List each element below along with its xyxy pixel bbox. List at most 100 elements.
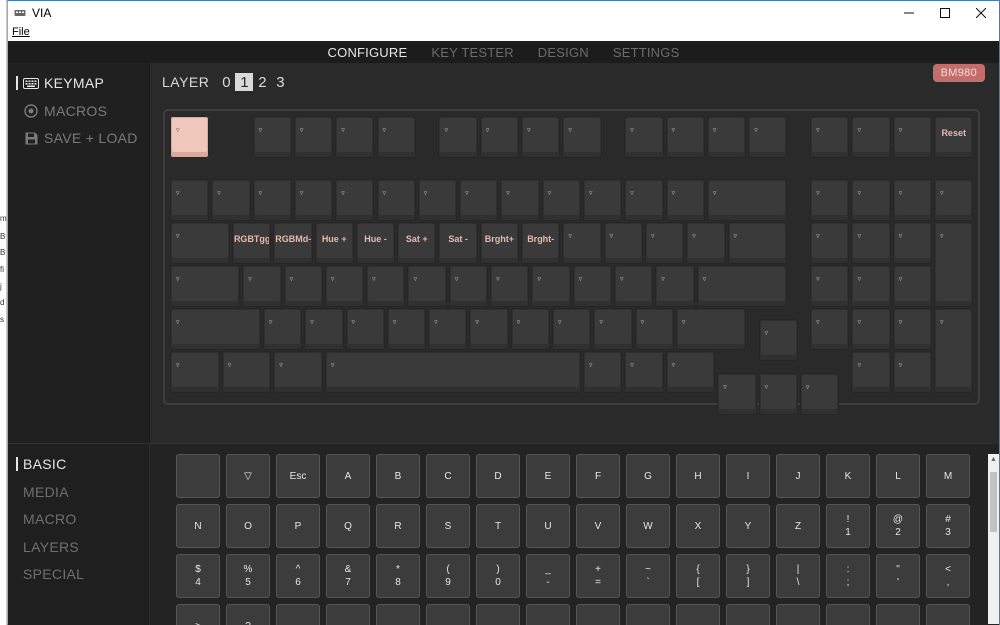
keyboard-key[interactable]: ▿ [335, 179, 375, 221]
keyboard-key[interactable]: ▿ [613, 265, 654, 307]
keycode-button[interactable]: N [176, 504, 220, 548]
keycode-button[interactable]: * 8 [376, 554, 420, 598]
keyboard-key[interactable]: ▿ [335, 116, 375, 158]
keyboard-key[interactable]: ▿ [459, 179, 499, 221]
keycode-button[interactable]: Esc [276, 454, 320, 498]
keyboard-key[interactable]: ▿ [469, 308, 509, 350]
keyboard-key[interactable]: ▿ [324, 351, 581, 393]
keyboard-key[interactable]: ▿ [892, 308, 933, 350]
keyboard-key[interactable]: ▿ [273, 351, 323, 393]
keycode-button[interactable]: P [276, 504, 320, 548]
keyboard-key[interactable]: ▿ [706, 179, 788, 221]
keycode-button[interactable]: A [326, 454, 370, 498]
keyboard-key[interactable]: ▿ [510, 308, 551, 350]
keycode-button[interactable]: + = [576, 554, 620, 598]
keycode-button[interactable]: % 5 [226, 554, 270, 598]
keyboard-key[interactable]: ▿ [717, 372, 757, 415]
keyboard-key[interactable]: ▿ [603, 222, 643, 264]
keycode-button[interactable]: L [876, 454, 920, 498]
keycode-button[interactable]: Z [776, 504, 820, 548]
keycode-button[interactable] [576, 604, 620, 625]
keycode-button[interactable]: (9 [426, 554, 470, 598]
keyboard-key[interactable]: ▿ [851, 222, 891, 264]
keycode-button[interactable]: }] [726, 554, 770, 598]
keyboard-key[interactable]: ▿ [562, 116, 602, 158]
tab-configure[interactable]: CONFIGURE [328, 45, 408, 60]
keyboard-key[interactable]: ▿ [417, 179, 458, 221]
keycode-button[interactable]: V [576, 504, 620, 548]
keyboard-key[interactable]: ▿ [892, 265, 933, 307]
keycode-button[interactable] [526, 604, 570, 625]
menu-file[interactable]: File [12, 26, 30, 38]
keyboard-key[interactable]: ▿ [500, 179, 540, 221]
keyboard-key[interactable]: ▿ [851, 179, 891, 221]
keycode-button[interactable]: & 7 [326, 554, 370, 598]
layer-option-1[interactable]: 1 [235, 73, 254, 91]
keycode-button[interactable]: J [776, 454, 820, 498]
keyboard-key[interactable]: ▿ [376, 179, 416, 221]
keyboard-key[interactable]: ▿ [851, 351, 891, 393]
keyboard-key[interactable]: ▿ [892, 179, 933, 221]
tab-design[interactable]: DESIGN [538, 45, 589, 60]
keycode-button[interactable] [926, 604, 970, 625]
keycode-button[interactable]: $4 [176, 554, 220, 598]
keyboard-key[interactable]: ▿ [583, 351, 623, 393]
keyboard-key[interactable]: ▿ [170, 351, 220, 393]
keyboard-key[interactable]: ▿ [675, 308, 747, 350]
keyboard-key[interactable]: ▿ [934, 308, 974, 393]
keycode-button[interactable] [276, 604, 320, 625]
keyboard-key[interactable]: ▿ [686, 222, 726, 264]
sidebar-item-macros[interactable]: MACROS [16, 103, 107, 119]
category-layers[interactable]: LAYERS [16, 539, 79, 555]
keycode-button[interactable]: D [476, 454, 520, 498]
keycode-button[interactable]: C [426, 454, 470, 498]
keyboard-key[interactable]: ▿ [252, 179, 292, 221]
keyboard-key[interactable]: ▿ [758, 318, 798, 361]
keyboard-key[interactable]: ▿ [376, 116, 416, 158]
keycode-button[interactable] [726, 604, 770, 625]
keyboard-key[interactable]: ▿ [696, 265, 788, 307]
sidebar-item-save-load[interactable]: SAVE + LOAD [16, 130, 138, 146]
keycode-button[interactable] [626, 604, 670, 625]
keyboard-key[interactable]: ▿ [438, 116, 478, 158]
keycode-button[interactable] [326, 604, 370, 625]
keyboard-key[interactable]: ▿ [624, 351, 664, 393]
keycode-button[interactable]: O [226, 504, 270, 548]
keycode-button[interactable]: T [476, 504, 520, 548]
keycode-button[interactable]: K [826, 454, 870, 498]
keyboard-key[interactable]: ▿ [810, 308, 850, 350]
keyboard-key[interactable]: Brght+ [479, 222, 520, 264]
keyboard-key[interactable]: Brght- [521, 222, 561, 264]
keyboard-key[interactable]: ▿ [407, 265, 447, 307]
keycode-button[interactable]: ! 1 [826, 504, 870, 548]
keyboard-key[interactable]: ▿ [892, 351, 933, 393]
keycode-button[interactable]: @2 [876, 504, 920, 548]
minimize-button[interactable] [891, 1, 927, 25]
keyboard-key[interactable]: Reset [934, 116, 974, 158]
keyboard-key[interactable]: ▿ [531, 265, 571, 307]
tab-key-tester[interactable]: KEY TESTER [431, 45, 513, 60]
keycode-button[interactable]: | \ [776, 554, 820, 598]
keyboard-key[interactable]: ▿ [428, 308, 468, 350]
category-macro[interactable]: MACRO [16, 511, 77, 527]
keycode-button[interactable] [876, 604, 920, 625]
keycode-button[interactable]: F [576, 454, 620, 498]
close-button[interactable] [963, 1, 999, 25]
keycode-button[interactable]: W [626, 504, 670, 548]
keyboard-key[interactable]: RGBMd- [273, 222, 313, 264]
keyboard-key[interactable]: Sat + [397, 222, 437, 264]
scroll-up-arrow-icon[interactable]: ▲ [988, 454, 999, 466]
keyboard-key[interactable]: ▿ [262, 308, 303, 350]
layer-option-0[interactable]: 0 [217, 73, 235, 91]
keyboard-key[interactable]: ▿ [345, 308, 385, 350]
keyboard-key[interactable]: ▿ [170, 179, 210, 221]
keyboard-key[interactable]: ▿ [810, 179, 850, 221]
keyboard-key[interactable]: ▿ [665, 116, 705, 158]
keycode-button[interactable] [826, 604, 870, 625]
keyboard-key[interactable]: ▿ [799, 372, 840, 415]
keyboard-key[interactable]: ▿ [572, 265, 612, 307]
keyboard-key[interactable]: Sat - [438, 222, 478, 264]
keyboard-key[interactable]: ▿ [934, 222, 974, 307]
keyboard-key[interactable]: ▿ [934, 179, 974, 221]
keyboard-key[interactable]: ▿ [634, 308, 674, 350]
